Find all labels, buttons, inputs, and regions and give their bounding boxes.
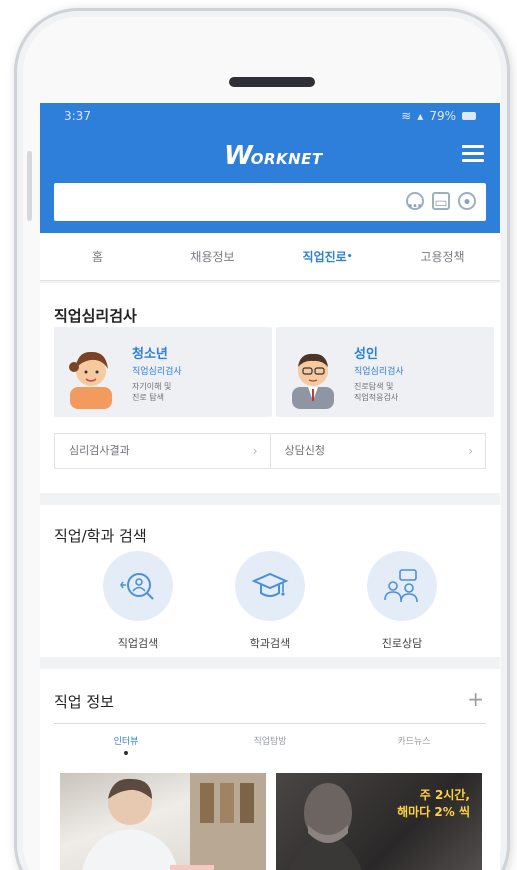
search-bar: … ▭ • [54, 183, 486, 221]
tab-career-label: 직업진로 [302, 250, 347, 264]
counseling-icon [367, 551, 437, 621]
psych-links: 심리검사결과 › 상담신청 › [54, 433, 486, 469]
bag-icon[interactable]: ▭ [432, 192, 450, 211]
card-news-line-2: 해마다 2% 씩 [397, 805, 470, 819]
main-tabs: 홈 채용정보 직업진로• 고용정책 [40, 233, 500, 281]
graduation-cap-icon [235, 551, 305, 621]
worknet-logo[interactable]: WORKNET [224, 141, 323, 171]
career-counsel-label: 진로상담 [381, 637, 423, 650]
youth-text: 청소년 직업심리검사 자기이해 및 진로 탐색 [132, 343, 182, 403]
youth-test-box[interactable]: 청소년 직업심리검사 자기이해 및 진로 탐색 [54, 327, 272, 417]
man-avatar-icon [292, 353, 334, 409]
department-search-label: 학과검색 [249, 637, 291, 650]
chevron-right-icon: › [252, 444, 258, 458]
job-info-tabs: 인터뷰 직업탐방 카드뉴스 [54, 725, 486, 765]
chevron-right-icon: › [468, 444, 473, 458]
divider [54, 723, 486, 724]
consult-apply-label: 상담신청 [284, 444, 325, 457]
adult-text: 성인 직업심리검사 진로탐색 및 직업적응검사 [354, 343, 404, 403]
app-screen: 3:37 ≋ ▴ 79% WORKNET … ▭ • 홈 채용정보 직업진로• … [40, 103, 500, 870]
active-dot: • [346, 252, 353, 262]
menu-icon[interactable] [462, 145, 484, 163]
side-button [27, 151, 32, 221]
department-search-item[interactable]: 학과검색 [226, 551, 314, 651]
search-input[interactable] [62, 189, 392, 215]
job-search-item[interactable]: 직업검색 [94, 551, 182, 651]
chat-icon[interactable]: … [406, 192, 424, 211]
psych-title: 직업심리검사 [54, 307, 137, 325]
doctor-photo-icon [82, 773, 266, 870]
card-news-thumbnail[interactable]: 주 2시간, 해마다 2% 씩 [276, 773, 482, 870]
battery-icon [462, 112, 476, 120]
tab-interview-label: 인터뷰 [113, 737, 139, 747]
active-indicator [124, 751, 128, 755]
card-news-headline: 주 2시간, 해마다 2% 씩 [397, 787, 470, 821]
tab-job-visit[interactable]: 직업탐방 [198, 725, 342, 765]
app-header: 3:37 ≋ ▴ 79% WORKNET … ▭ • [40, 103, 500, 233]
card-news-line-1: 주 2시간, [419, 788, 470, 802]
search-actions: … ▭ • [406, 192, 476, 211]
job-info-card: 직업 정보 + 인터뷰 직업탐방 카드뉴스 주 2시간, 해마다 2% 씩 [40, 669, 500, 870]
tab-policy[interactable]: 고용정책 [385, 233, 500, 280]
status-time: 3:37 [64, 109, 91, 123]
battery-text: 79% [429, 109, 456, 123]
test-result-link[interactable]: 심리검사결과 › [55, 434, 270, 468]
psych-test-card: 직업심리검사 청소년 직업심리검사 자기이해 및 진로 탐색 성인 직업심리검사… [40, 283, 500, 493]
adult-desc-2: 직업적응검사 [354, 393, 399, 402]
plus-icon[interactable]: + [467, 687, 484, 711]
logo-w: W [224, 141, 253, 171]
consult-apply-link[interactable]: 상담신청 › [269, 434, 486, 468]
youth-sub: 직업심리검사 [132, 367, 182, 377]
adult-desc-1: 진로탐색 및 [354, 382, 394, 391]
job-search-label: 직업검색 [117, 637, 159, 650]
location-icon[interactable]: • [458, 192, 476, 211]
tab-home[interactable]: 홈 [40, 233, 155, 280]
job-search-card: 직업/학과 검색 직업검색 학과검색 진로상담 [40, 505, 500, 657]
youth-name: 청소년 [132, 347, 168, 362]
youth-desc-2: 진로 탐색 [132, 393, 164, 402]
status-bar: 3:37 ≋ ▴ 79% [40, 103, 500, 129]
job-search-icon [103, 551, 173, 621]
youth-desc-1: 자기이해 및 [132, 382, 172, 391]
job-search-title: 직업/학과 검색 [54, 527, 147, 545]
wifi-icon: ≋ [401, 109, 412, 123]
job-info-title: 직업 정보 [54, 693, 114, 711]
youth-desc: 자기이해 및 진로 탐색 [132, 381, 182, 403]
signal-icon: ▴ [417, 109, 424, 123]
test-result-label: 심리검사결과 [69, 444, 130, 457]
adult-test-box[interactable]: 성인 직업심리검사 진로탐색 및 직업적응검사 [276, 327, 494, 417]
interview-thumbnail[interactable] [60, 773, 266, 870]
status-icons: ≋ ▴ 79% [401, 109, 476, 123]
tab-interview[interactable]: 인터뷰 [54, 725, 198, 765]
girl-avatar-icon [69, 351, 112, 409]
tab-jobs[interactable]: 채용정보 [155, 233, 270, 280]
career-counsel-item[interactable]: 진로상담 [358, 551, 446, 651]
tab-career[interactable]: 직업진로• [270, 233, 385, 280]
speaker-grille [229, 77, 315, 87]
logo-text: ORKNET [250, 150, 323, 168]
adult-name: 성인 [354, 347, 378, 362]
adult-sub: 직업심리검사 [354, 367, 404, 377]
adult-desc: 진로탐색 및 직업적응검사 [354, 381, 404, 403]
tab-card-news[interactable]: 카드뉴스 [342, 725, 486, 765]
